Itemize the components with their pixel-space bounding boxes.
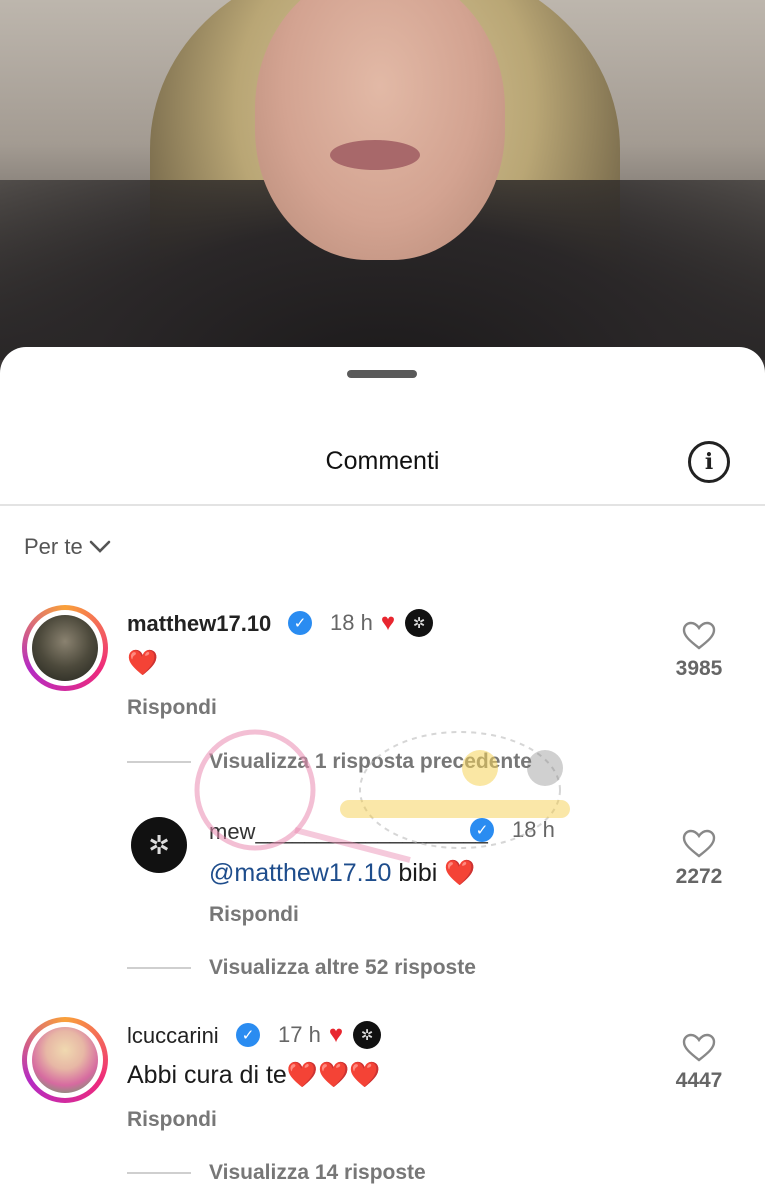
header-divider: [0, 504, 765, 506]
thread-line: [127, 1172, 191, 1174]
sheet-title: Commenti: [325, 447, 440, 475]
view-more-replies-link[interactable]: Visualizza altre 52 risposte: [127, 956, 476, 980]
comment-time: 17 h: [278, 1022, 321, 1047]
video-background: [0, 0, 765, 360]
mention-link[interactable]: @matthew17.10: [209, 859, 391, 887]
chevron-down-icon: [89, 540, 111, 553]
heart-outline-icon: [682, 829, 716, 858]
info-icon[interactable]: i: [688, 441, 730, 483]
reply-button[interactable]: Rispondi: [127, 696, 217, 720]
avatar[interactable]: ✲: [131, 817, 187, 873]
thread-line: [127, 761, 191, 763]
view-more-replies-label: Visualizza altre 52 risposte: [209, 956, 476, 979]
like-button[interactable]: 4447: [669, 1033, 729, 1093]
creator-badge-icon: ✲: [353, 1021, 382, 1049]
comment-username[interactable]: lcuccarini: [127, 1023, 219, 1049]
view-replies-label: Visualizza 1 risposta precedente: [209, 750, 532, 773]
avatar[interactable]: [22, 1017, 108, 1103]
reply-meta: ✓ 18 h: [470, 817, 555, 843]
creator-badge-icon: ✲: [405, 609, 434, 637]
comment-text: ❤️: [127, 649, 159, 677]
reply-username[interactable]: mew___________________: [209, 819, 488, 845]
heart-outline-icon: [682, 1033, 716, 1062]
avatar[interactable]: [22, 605, 108, 691]
like-count: 4447: [675, 1069, 723, 1092]
reply-time: 18 h: [512, 817, 555, 842]
verified-icon: ✓: [470, 818, 494, 842]
filter-dropdown[interactable]: Per te: [24, 534, 111, 560]
view-replies-link[interactable]: Visualizza 14 risposte: [127, 1161, 426, 1185]
comments-sheet: Commenti i Per te matthew17.10 ✓ 18 h ♥ …: [0, 347, 765, 1200]
creator-heart-icon: ♥: [380, 609, 396, 636]
thread-line: [127, 967, 191, 969]
comment-meta: ✓ 18 h ♥ ✲: [288, 609, 434, 637]
like-button[interactable]: 3985: [669, 621, 729, 681]
comment-text: Abbi cura di te❤️❤️❤️: [127, 1061, 381, 1089]
verified-icon: ✓: [236, 1023, 260, 1047]
like-count: 2272: [675, 865, 723, 888]
reply-text: @matthew17.10 bibi ❤️: [209, 859, 475, 888]
verified-icon: ✓: [288, 611, 312, 635]
comment-time: 18 h: [330, 610, 373, 635]
filter-label: Per te: [24, 534, 83, 559]
video-mouth: [330, 140, 420, 170]
video-face: [255, 0, 505, 260]
comment-username[interactable]: matthew17.10: [127, 611, 271, 637]
comment-meta: ✓ 17 h ♥ ✲: [236, 1021, 382, 1049]
like-button[interactable]: 2272: [669, 829, 729, 889]
creator-heart-icon: ♥: [328, 1021, 344, 1048]
view-replies-link[interactable]: Visualizza 1 risposta precedente: [127, 750, 532, 774]
heart-outline-icon: [682, 621, 716, 650]
view-replies-label: Visualizza 14 risposte: [209, 1161, 426, 1184]
reply-body: bibi ❤️: [391, 859, 476, 887]
reply-button[interactable]: Rispondi: [209, 903, 299, 927]
reply-button[interactable]: Rispondi: [127, 1108, 217, 1132]
like-count: 3985: [675, 657, 723, 680]
sheet-grabber[interactable]: [347, 370, 417, 378]
